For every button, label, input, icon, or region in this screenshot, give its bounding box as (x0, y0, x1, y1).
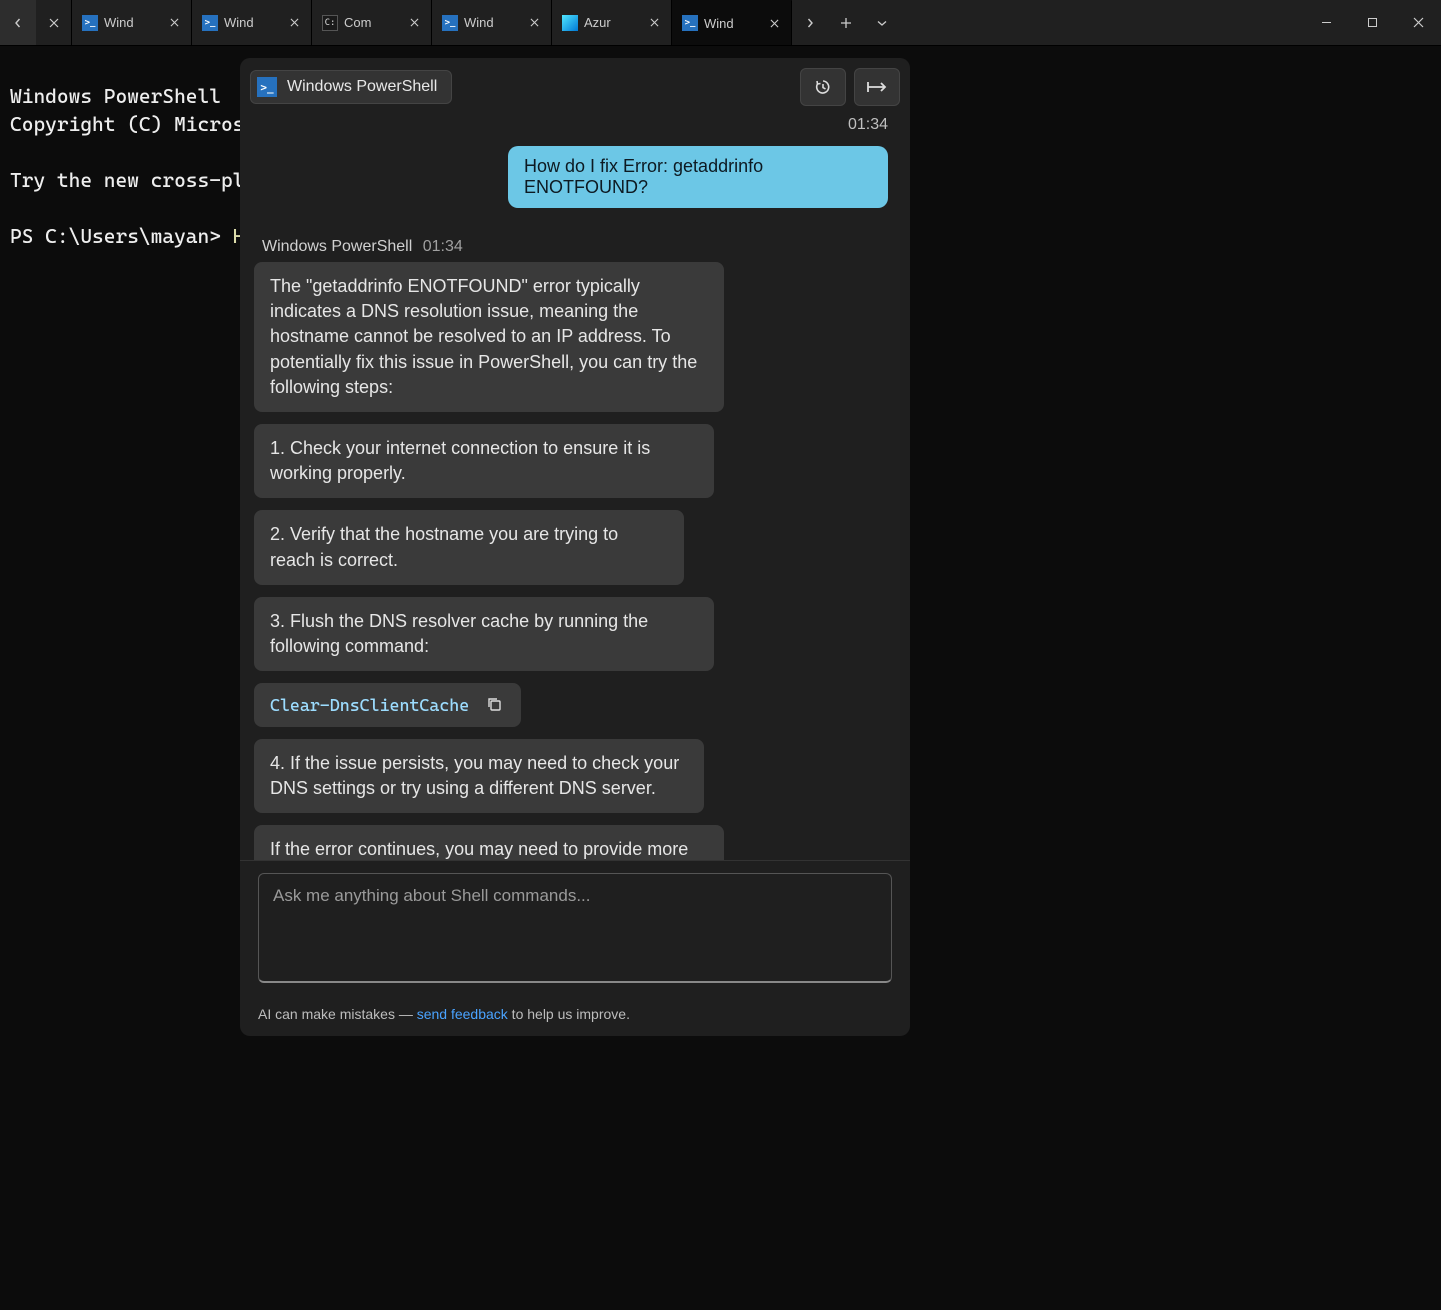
tab-label: Com (344, 15, 399, 30)
close-icon (290, 18, 299, 27)
tab-scroll-left[interactable] (0, 0, 36, 45)
chat-panel: >_ Windows PowerShell 01:34 How do I fix… (240, 58, 910, 1036)
tab-bar: >_ Wind >_ Wind C: Com >_ Wind Azur >_ W… (0, 0, 1441, 46)
cmd-icon: C: (322, 15, 338, 31)
tab-label: Wind (104, 15, 159, 30)
powershell-icon: >_ (257, 77, 277, 97)
tab-3[interactable]: >_ Wind (432, 0, 552, 45)
terminal-prompt: PS C:\Users\mayan> Ho (10, 224, 256, 248)
powershell-icon: >_ (682, 15, 698, 31)
chevron-right-icon (805, 18, 815, 28)
tab-4[interactable]: Azur (552, 0, 672, 45)
close-icon (650, 18, 659, 27)
powershell-icon: >_ (82, 15, 98, 31)
tab-label: Wind (224, 15, 279, 30)
history-icon (813, 77, 833, 97)
chat-input[interactable] (258, 873, 892, 983)
tab-close-button[interactable] (645, 14, 663, 32)
message-timestamp: 01:34 (240, 112, 910, 140)
tab-label: Wind (704, 16, 759, 31)
close-window-button[interactable] (1395, 0, 1441, 45)
tab-close-current[interactable] (36, 0, 72, 45)
export-icon (866, 79, 888, 95)
chat-header: >_ Windows PowerShell (240, 58, 910, 112)
close-icon (530, 18, 539, 27)
assistant-message: If the error continues, you may need to … (254, 825, 724, 860)
assistant-timestamp: 01:34 (423, 238, 463, 255)
copy-icon (485, 695, 503, 713)
tab-close-button[interactable] (405, 14, 423, 32)
user-message: How do I fix Error: getaddrinfo ENOTFOUN… (508, 146, 888, 208)
tab-close-button[interactable] (165, 14, 183, 32)
assistant-header: Windows PowerShell 01:34 (262, 238, 896, 256)
tab-2[interactable]: C: Com (312, 0, 432, 45)
maximize-icon (1367, 17, 1378, 28)
footer-text: to help us improve. (508, 1006, 630, 1022)
close-icon (170, 18, 179, 27)
azure-icon (562, 15, 578, 31)
chat-title-label: Windows PowerShell (287, 78, 437, 96)
chat-footer: AI can make mistakes — send feedback to … (240, 998, 910, 1036)
tab-close-button[interactable] (765, 14, 783, 32)
close-icon (49, 18, 59, 28)
code-text: Clear-DnsClientCache (270, 695, 469, 715)
chat-input-area (240, 860, 910, 998)
tab-close-button[interactable] (525, 14, 543, 32)
assistant-message: The "getaddrinfo ENOTFOUND" error typica… (254, 262, 724, 412)
chat-title[interactable]: >_ Windows PowerShell (250, 70, 452, 104)
code-block: Clear-DnsClientCache (254, 683, 521, 727)
tab-1[interactable]: >_ Wind (192, 0, 312, 45)
tab-label: Azur (584, 15, 639, 30)
maximize-button[interactable] (1349, 0, 1395, 45)
close-icon (410, 18, 419, 27)
tab-dropdown[interactable] (864, 0, 900, 45)
tab-5[interactable]: >_ Wind (672, 0, 792, 45)
history-button[interactable] (800, 68, 846, 106)
powershell-icon: >_ (202, 15, 218, 31)
window-controls (1303, 0, 1441, 45)
new-tab-button[interactable] (828, 0, 864, 45)
close-icon (1413, 17, 1424, 28)
chevron-left-icon (13, 18, 23, 28)
plus-icon (840, 17, 852, 29)
tab-label: Wind (464, 15, 519, 30)
minimize-button[interactable] (1303, 0, 1349, 45)
copy-button[interactable] (485, 695, 505, 715)
footer-text: AI can make mistakes — (258, 1006, 417, 1022)
assistant-message: 1. Check your internet connection to ens… (254, 424, 714, 498)
terminal-line: Try the new cross-pla (10, 168, 256, 192)
chevron-down-icon (877, 18, 887, 28)
assistant-message: 2. Verify that the hostname you are tryi… (254, 510, 684, 584)
send-feedback-link[interactable]: send feedback (417, 1006, 508, 1022)
chat-body[interactable]: How do I fix Error: getaddrinfo ENOTFOUN… (240, 140, 910, 860)
powershell-icon: >_ (442, 15, 458, 31)
terminal-line: Windows PowerShell (10, 84, 221, 108)
assistant-name-label: Windows PowerShell (262, 238, 412, 255)
close-icon (770, 19, 779, 28)
assistant-message: 4. If the issue persists, you may need t… (254, 739, 704, 813)
assistant-message: 3. Flush the DNS resolver cache by runni… (254, 597, 714, 671)
tab-scroll-right[interactable] (792, 0, 828, 45)
export-button[interactable] (854, 68, 900, 106)
tab-close-button[interactable] (285, 14, 303, 32)
terminal-line: Copyright (C) Microso (10, 112, 256, 136)
minimize-icon (1321, 17, 1332, 28)
tab-0[interactable]: >_ Wind (72, 0, 192, 45)
